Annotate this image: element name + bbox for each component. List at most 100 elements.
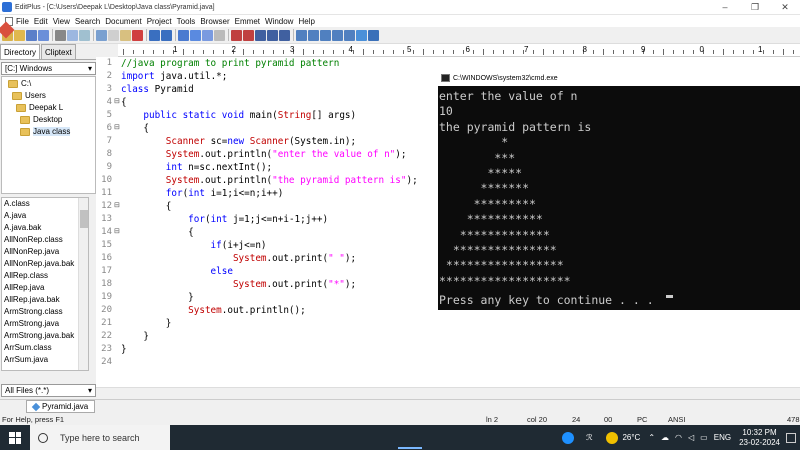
file-list-scrollbar[interactable] — [78, 198, 88, 370]
file-item[interactable]: AllNonRep.class — [2, 234, 88, 246]
font-icon[interactable] — [231, 29, 242, 41]
line-number: 1 — [106, 58, 112, 68]
file-item[interactable]: AllRep.java.bak — [2, 294, 88, 306]
file-item[interactable]: ArrSum.java — [2, 354, 88, 366]
cmd-window[interactable]: C:\WINDOWS\system32\cmd.exe enter the va… — [438, 70, 800, 310]
menu-view[interactable]: View — [53, 17, 70, 26]
fold-toggle-icon[interactable]: ⊟ — [114, 97, 120, 105]
tab-pyramid-java[interactable]: Pyramid.java — [26, 400, 96, 413]
clock[interactable]: 10:32 PM 23-02-2024 — [739, 428, 780, 448]
file-item[interactable]: ArmStrong.class — [2, 306, 88, 318]
line-number-icon[interactable] — [279, 29, 290, 41]
fullscreen-icon[interactable] — [344, 29, 355, 41]
file-item[interactable]: AllRep.java — [2, 282, 88, 294]
close-button[interactable]: ✕ — [770, 0, 800, 15]
save-icon[interactable] — [26, 29, 37, 41]
fold-toggle-icon[interactable]: ⊟ — [114, 227, 120, 235]
drive-dropdown-value: [C:] Windows — [5, 64, 53, 73]
volume-icon[interactable]: ◁ — [688, 433, 694, 442]
taskbar-search[interactable]: Type here to search — [30, 425, 170, 450]
browser-icon[interactable] — [332, 29, 343, 41]
ruler-icon[interactable] — [267, 29, 278, 41]
drive-dropdown[interactable]: [C:] Windows ▾ — [1, 62, 96, 75]
fold-toggle-icon[interactable]: ⊟ — [114, 201, 120, 209]
replace-icon[interactable] — [190, 29, 201, 41]
file-item[interactable]: AllNonRep.java.bak — [2, 258, 88, 270]
tree-item-users[interactable]: Users — [12, 90, 46, 101]
find-next-icon[interactable] — [202, 29, 213, 41]
open-folder-icon[interactable] — [14, 29, 25, 41]
cmd-icon — [441, 74, 450, 82]
minimize-button[interactable]: – — [710, 0, 740, 15]
file-item[interactable]: A.java — [2, 210, 88, 222]
file-filter-dropdown[interactable]: All Files (*.*) ▾ — [1, 384, 96, 397]
tree-item-label: Desktop — [33, 115, 63, 124]
notification-icon[interactable] — [786, 432, 796, 443]
menu-emmet[interactable]: Emmet — [235, 17, 260, 26]
ruler-tick — [373, 50, 374, 54]
preferences-icon[interactable] — [356, 29, 367, 41]
undo-icon[interactable] — [149, 29, 160, 41]
save-all-icon[interactable] — [38, 29, 49, 41]
find-icon[interactable] — [178, 29, 189, 41]
file-item[interactable]: AllRep.class — [2, 270, 88, 282]
battery-icon[interactable]: ▭ — [700, 433, 708, 442]
paste-icon[interactable] — [120, 29, 131, 41]
print-icon[interactable] — [55, 29, 66, 41]
output-window-icon[interactable] — [320, 29, 331, 41]
file-item[interactable]: AllNonRep.java — [2, 246, 88, 258]
tab-cliptext[interactable]: Cliptext — [41, 44, 76, 59]
menu-browser[interactable]: Browser — [200, 17, 229, 26]
menu-search[interactable]: Search — [75, 17, 100, 26]
menu-file[interactable]: File — [16, 17, 29, 26]
redo-icon[interactable] — [161, 29, 172, 41]
file-item[interactable]: ArmStrong.java.bak — [2, 330, 88, 342]
tab-directory[interactable]: Directory — [0, 44, 41, 59]
menu-document[interactable]: Document — [105, 17, 141, 26]
ruler-tick — [613, 50, 614, 54]
goto-icon[interactable] — [214, 29, 225, 41]
help-icon[interactable] — [368, 29, 379, 41]
scrollbar-thumb[interactable] — [80, 210, 88, 228]
wifi-icon[interactable]: ◠ — [675, 433, 682, 442]
menu-window[interactable]: Window — [265, 17, 293, 26]
cloud-icon[interactable]: ☁ — [661, 433, 669, 442]
tree-item-java-class[interactable]: Java class — [20, 126, 71, 137]
ruler-tick — [443, 50, 444, 54]
file-item[interactable]: A.class — [2, 198, 88, 210]
temperature[interactable]: 26°C — [622, 433, 640, 442]
menu-edit[interactable]: Edit — [34, 17, 48, 26]
line-number: 5 — [106, 110, 112, 120]
ruler-tick — [463, 50, 464, 54]
tree-item-c-drive[interactable]: C:\ — [8, 78, 31, 89]
status-line-ending: PC — [637, 415, 648, 424]
maximize-button[interactable]: ❐ — [740, 0, 770, 15]
word-wrap-icon[interactable] — [255, 29, 266, 41]
file-item[interactable]: A.java.bak — [2, 222, 88, 234]
copy-icon[interactable] — [108, 29, 119, 41]
print-preview-icon[interactable] — [67, 29, 78, 41]
weather-icon[interactable] — [606, 431, 619, 444]
accessibility-icon[interactable]: ℛ — [586, 433, 592, 442]
start-button[interactable] — [0, 425, 30, 450]
fold-toggle-icon[interactable]: ⊟ — [114, 123, 120, 131]
cliptext-window-icon[interactable] — [308, 29, 319, 41]
chevron-up-icon[interactable]: ⌃ — [648, 433, 655, 442]
language-indicator[interactable]: ENG — [714, 433, 731, 442]
menu-help[interactable]: Help — [298, 17, 314, 26]
menu-project[interactable]: Project — [147, 17, 172, 26]
tree-item-deepak-l[interactable]: Deepak L — [16, 102, 63, 113]
cut-icon[interactable] — [96, 29, 107, 41]
cmd-title-bar[interactable]: C:\WINDOWS\system32\cmd.exe — [438, 70, 800, 86]
html-toolbar-icon[interactable] — [243, 29, 254, 41]
editor-horizontal-scrollbar[interactable] — [96, 387, 800, 397]
menu-tools[interactable]: Tools — [177, 17, 196, 26]
file-item[interactable]: ArmStrong.java — [2, 318, 88, 330]
file-item[interactable]: ArrSum.class — [2, 342, 88, 354]
delete-icon[interactable] — [132, 29, 143, 41]
help-icon[interactable] — [562, 431, 575, 444]
tree-item-desktop[interactable]: Desktop — [20, 114, 62, 125]
spell-check-icon[interactable] — [79, 29, 90, 41]
directory-window-icon[interactable] — [296, 29, 307, 41]
status-encoding[interactable]: ANSI — [668, 415, 686, 424]
